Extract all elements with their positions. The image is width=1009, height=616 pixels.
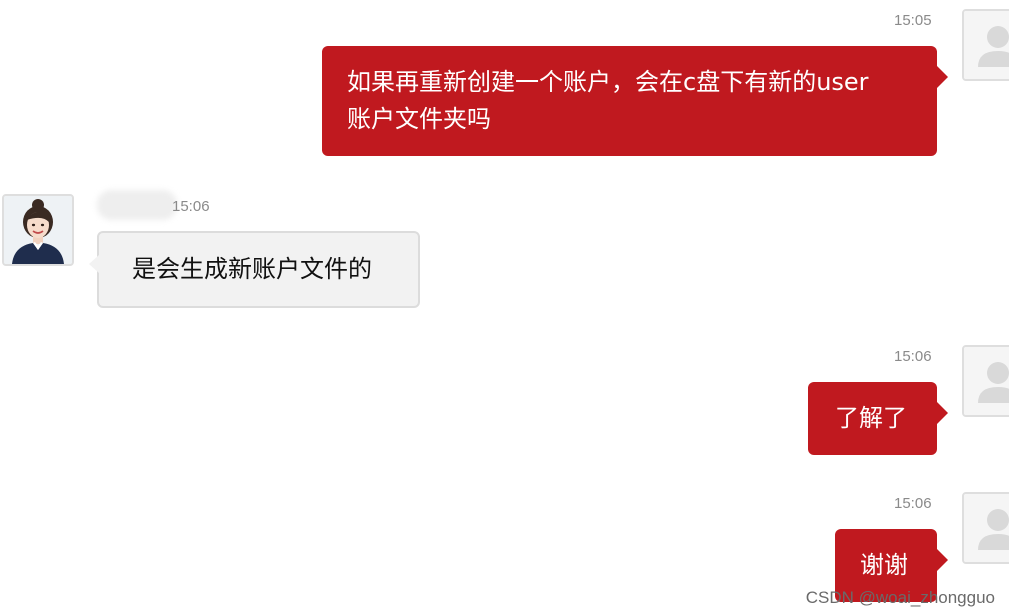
message-text: 谢谢 — [860, 551, 908, 579]
outgoing-message-bubble[interactable]: 了解了 — [808, 382, 948, 455]
user-avatar-placeholder-icon[interactable] — [962, 345, 1009, 417]
agent-avatar[interactable] — [2, 194, 74, 266]
message-text-line: 账户文件夹吗 — [347, 105, 491, 133]
message-text: 了解了 — [835, 404, 907, 432]
message-timestamp: 15:05 — [894, 12, 932, 29]
user-avatar-placeholder-icon[interactable] — [962, 492, 1009, 564]
message-text-line: 如果再重新创建一个账户，会在c盘下有新的user — [347, 68, 869, 96]
agent-name-redacted — [97, 190, 177, 220]
outgoing-message-bubble[interactable]: 如果再重新创建一个账户，会在c盘下有新的user 账户文件夹吗 — [322, 46, 948, 156]
message-timestamp: 15:06 — [894, 348, 932, 365]
message-text: 是会生成新账户文件的 — [132, 255, 372, 283]
user-avatar-placeholder-icon[interactable] — [962, 9, 1009, 81]
chat-window: 15:05 如果再重新创建一个账户，会在c盘下有新的user 账户文件夹吗 15… — [0, 0, 1009, 616]
message-timestamp: 15:06 — [894, 495, 932, 512]
watermark: CSDN @woai_zhongguo — [805, 588, 995, 607]
incoming-message-bubble[interactable]: 是会生成新账户文件的 — [89, 231, 420, 308]
message-timestamp: 15:06 — [172, 198, 210, 215]
